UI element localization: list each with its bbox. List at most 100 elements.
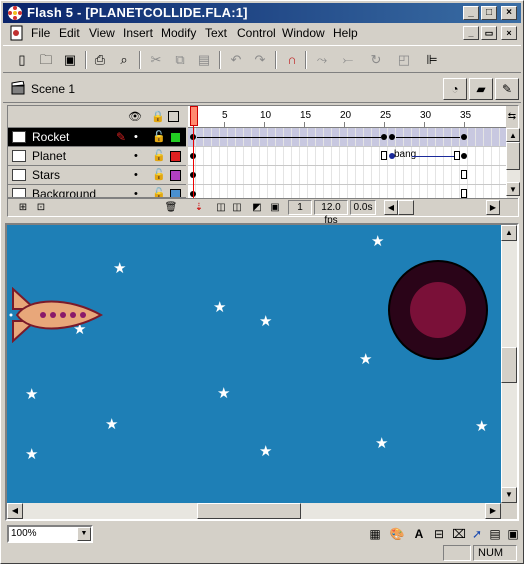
playhead-handle[interactable]	[190, 106, 198, 126]
keyframe[interactable]	[381, 134, 387, 140]
star[interactable]: ★	[259, 444, 272, 459]
outline-icon[interactable]	[168, 111, 179, 122]
layer-row-rocket[interactable]: Rocket ✎ • 🔓	[8, 128, 186, 147]
layer-color-swatch[interactable]	[170, 151, 181, 162]
star[interactable]: ★	[113, 261, 126, 276]
print-icon[interactable]: ⎙	[91, 51, 109, 69]
onion-skin-outlines-icon[interactable]: ◫	[230, 201, 244, 215]
scroll-left-arrow[interactable]: ◀	[384, 200, 398, 215]
delete-layer-icon[interactable]: 🗑	[164, 201, 178, 215]
lock-icon[interactable]: 🔒	[151, 111, 165, 123]
end-frame[interactable]	[381, 151, 387, 160]
stage-area[interactable]: ★ ★ ★ ★ ★ ★ ★ ★ ★ ★ ★ ★ ★ ▲ ▼ ◀ ▶	[5, 223, 519, 521]
lock-dot-icon[interactable]: 🔓	[152, 168, 166, 181]
print-preview-icon[interactable]: ⌕	[115, 51, 133, 69]
modify-onion-markers-icon[interactable]: ▣	[268, 201, 282, 215]
visibility-dot[interactable]: •	[134, 150, 138, 162]
open-folder-icon[interactable]: 🗀	[37, 51, 55, 69]
menu-control[interactable]: Control	[237, 26, 276, 40]
align-icon[interactable]: ⊫	[423, 51, 441, 69]
scroll-right-arrow[interactable]: ▶	[486, 200, 500, 215]
menu-file[interactable]: File	[31, 26, 50, 40]
visibility-dot[interactable]: •	[134, 131, 138, 143]
star[interactable]: ★	[217, 386, 230, 401]
star[interactable]: ★	[475, 419, 488, 434]
menu-help[interactable]: Help	[333, 26, 358, 40]
layer-row-stars[interactable]: Stars • 🔓	[8, 166, 186, 185]
edit-multiple-frames-icon[interactable]: ◩	[250, 201, 264, 215]
lock-dot-icon[interactable]: 🔓	[152, 130, 166, 143]
scale-icon[interactable]: ◰	[395, 51, 413, 69]
info-icon[interactable]: ▣	[505, 526, 521, 542]
frame-row-stars[interactable]	[188, 166, 506, 185]
doc-restore-button[interactable]: ▭	[481, 26, 497, 40]
insert-layer-icon[interactable]: ⊞	[16, 201, 30, 215]
title-bar[interactable]: Flash 5 - [PLANETCOLLIDE.FLA:1] _ □ ×	[3, 3, 521, 23]
scroll-right-arrow[interactable]: ▶	[485, 503, 501, 519]
star[interactable]: ★	[213, 300, 226, 315]
timeline-vscrollbar[interactable]: ▲ ▼	[506, 128, 520, 198]
layer-color-swatch[interactable]	[170, 170, 181, 181]
keyframe[interactable]	[389, 134, 395, 140]
frame-ruler[interactable]: 1 5 10 15 20 25 30 35	[188, 106, 506, 128]
doc-close-button[interactable]: ×	[501, 26, 517, 40]
smooth-icon[interactable]: ⤳	[313, 51, 331, 69]
scroll-down-arrow[interactable]: ▼	[501, 487, 517, 503]
instance-panel-icon[interactable]: ⊟	[431, 526, 447, 542]
menu-modify[interactable]: Modify	[161, 26, 196, 40]
scroll-up-arrow[interactable]: ▲	[501, 225, 517, 241]
chevron-down-icon[interactable]: ▼	[77, 527, 91, 541]
undo-icon[interactable]: ↶	[227, 51, 245, 69]
show-frame-icon[interactable]: ▦	[367, 526, 383, 542]
redo-icon[interactable]: ↷	[251, 51, 269, 69]
end-frame[interactable]	[461, 189, 467, 198]
layer-row-planet[interactable]: Planet • 🔓	[8, 147, 186, 166]
menu-window[interactable]: Window	[282, 26, 325, 40]
menu-edit[interactable]: Edit	[59, 26, 80, 40]
playhead[interactable]	[190, 106, 198, 198]
lock-dot-icon[interactable]: 🔓	[152, 187, 166, 197]
star[interactable]: ★	[105, 417, 118, 432]
add-guide-layer-icon[interactable]: ⊡	[34, 201, 48, 215]
frame-row-background[interactable]	[188, 185, 506, 198]
character-panel-icon[interactable]: A	[411, 526, 427, 542]
lock-dot-icon[interactable]: 🔓	[152, 149, 166, 162]
scroll-thumb[interactable]	[501, 347, 517, 383]
minimize-button[interactable]: _	[463, 6, 479, 20]
star[interactable]: ★	[375, 436, 388, 451]
edit-scene-button[interactable]: ◔	[443, 78, 467, 100]
timeline-hscroll-thumb[interactable]	[398, 200, 414, 215]
menu-view[interactable]: View	[89, 26, 115, 40]
library-icon[interactable]: ▤	[487, 526, 503, 542]
star[interactable]: ★	[359, 352, 372, 367]
doc-minimize-button[interactable]: _	[463, 26, 479, 40]
edit-symbols-button[interactable]: ▰	[469, 78, 493, 100]
star[interactable]: ★	[371, 234, 384, 249]
zoom-control-button[interactable]: ✎	[495, 78, 519, 100]
frame-row-rocket[interactable]	[188, 128, 506, 147]
layer-color-swatch[interactable]	[170, 189, 181, 197]
scroll-up-arrow[interactable]: ▲	[506, 128, 520, 142]
new-file-icon[interactable]: ▯	[13, 51, 31, 69]
save-icon[interactable]: ▣	[61, 51, 79, 69]
document-icon[interactable]	[9, 25, 25, 41]
star[interactable]: ★	[259, 314, 272, 329]
frame-row-planet[interactable]: bang	[188, 147, 506, 166]
eye-icon[interactable]: 👁	[128, 111, 142, 123]
rotate-icon[interactable]: ↻	[367, 51, 385, 69]
menu-insert[interactable]: Insert	[123, 26, 153, 40]
rocket[interactable]	[9, 287, 103, 343]
layer-color-swatch[interactable]	[170, 132, 181, 143]
star[interactable]: ★	[25, 447, 38, 462]
scroll-left-arrow[interactable]: ◀	[7, 503, 23, 519]
frames-grid[interactable]: 1 5 10 15 20 25 30 35	[188, 106, 506, 198]
scroll-thumb[interactable]	[197, 503, 301, 519]
palette-icon[interactable]: 🎨	[389, 526, 405, 542]
stage[interactable]: ★ ★ ★ ★ ★ ★ ★ ★ ★ ★ ★ ★ ★	[7, 225, 501, 503]
scroll-thumb[interactable]	[506, 142, 520, 170]
keyframe[interactable]	[461, 134, 467, 140]
planet[interactable]	[387, 259, 489, 361]
menu-text[interactable]: Text	[205, 26, 227, 40]
maximize-button[interactable]: □	[481, 6, 497, 20]
actions-panel-icon[interactable]: ⌧	[451, 526, 467, 542]
